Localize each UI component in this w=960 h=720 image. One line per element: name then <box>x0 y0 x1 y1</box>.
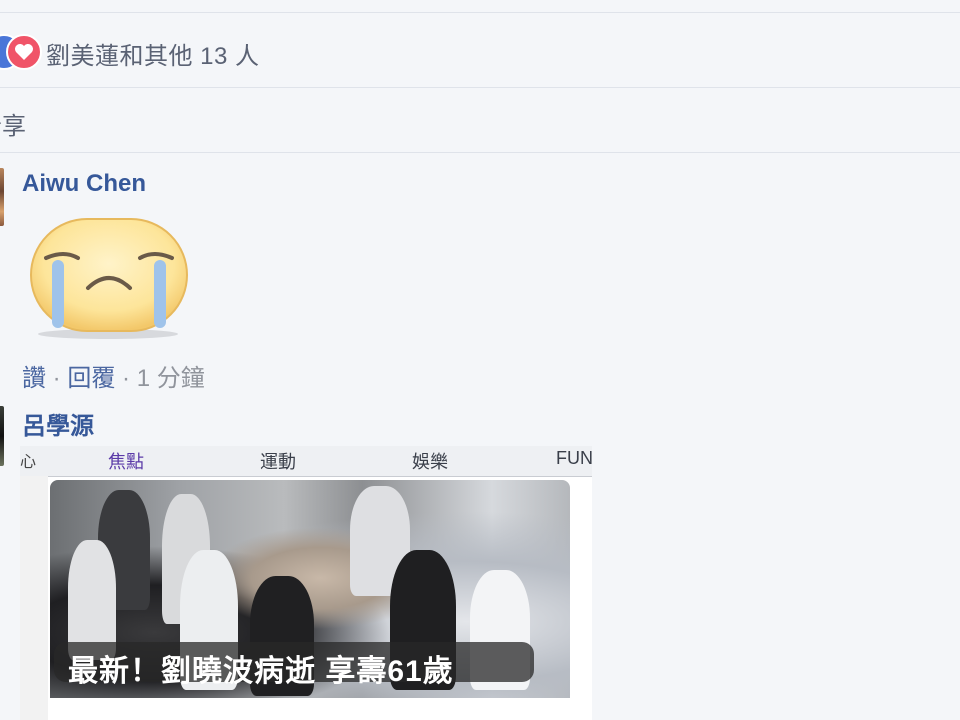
comment: Aiwu Chen 讚 · 回覆 · 1 分鐘 <box>0 160 960 393</box>
image-left-fragment: 心 <box>20 454 37 471</box>
comment-author[interactable]: 呂學源 <box>22 406 94 441</box>
separator-dot: · <box>52 365 68 392</box>
image-tab-bar: 心 焦點 運動 娛樂 FUN <box>20 446 592 477</box>
comment-author[interactable]: Aiwu Chen <box>22 170 146 198</box>
share-button[interactable]: 分享 <box>0 106 26 141</box>
image-tab-fun: FUN <box>556 448 592 468</box>
image-caption: 最新！劉曉波病逝 享壽61歲 <box>68 655 454 688</box>
comment: 呂學源 心 焦點 運動 娛樂 FUN 最新！劉曉波病逝 享壽61歲 <box>0 400 960 720</box>
divider <box>0 152 960 153</box>
image-tab-entertainment: 娛樂 <box>412 452 448 472</box>
share-row: 分享 <box>0 88 960 152</box>
love-reaction-icon <box>6 34 42 70</box>
crying-face-sticker-icon <box>28 216 190 340</box>
timestamp-link[interactable]: 1 分鐘 <box>137 365 205 392</box>
like-link[interactable]: 讚 <box>22 365 46 392</box>
reactions-text[interactable]: 劉美蓮和其他 13 人 <box>46 36 260 71</box>
reaction-icons <box>0 34 42 70</box>
separator-dot: · <box>122 365 137 392</box>
reactions-summary[interactable]: 劉美蓮和其他 13 人 <box>0 14 960 86</box>
reply-link[interactable]: 回覆 <box>67 365 115 392</box>
avatar[interactable] <box>0 406 4 466</box>
image-tab-focus: 焦點 <box>108 452 144 472</box>
avatar[interactable] <box>0 168 4 226</box>
comment-actions: 讚 · 回覆 · 1 分鐘 <box>22 358 205 393</box>
top-divider <box>0 12 960 13</box>
comment-image[interactable]: 心 焦點 運動 娛樂 FUN 最新！劉曉波病逝 享壽61歲 <box>20 446 592 720</box>
image-left-strip <box>20 476 48 720</box>
image-tab-sports: 運動 <box>260 452 296 472</box>
